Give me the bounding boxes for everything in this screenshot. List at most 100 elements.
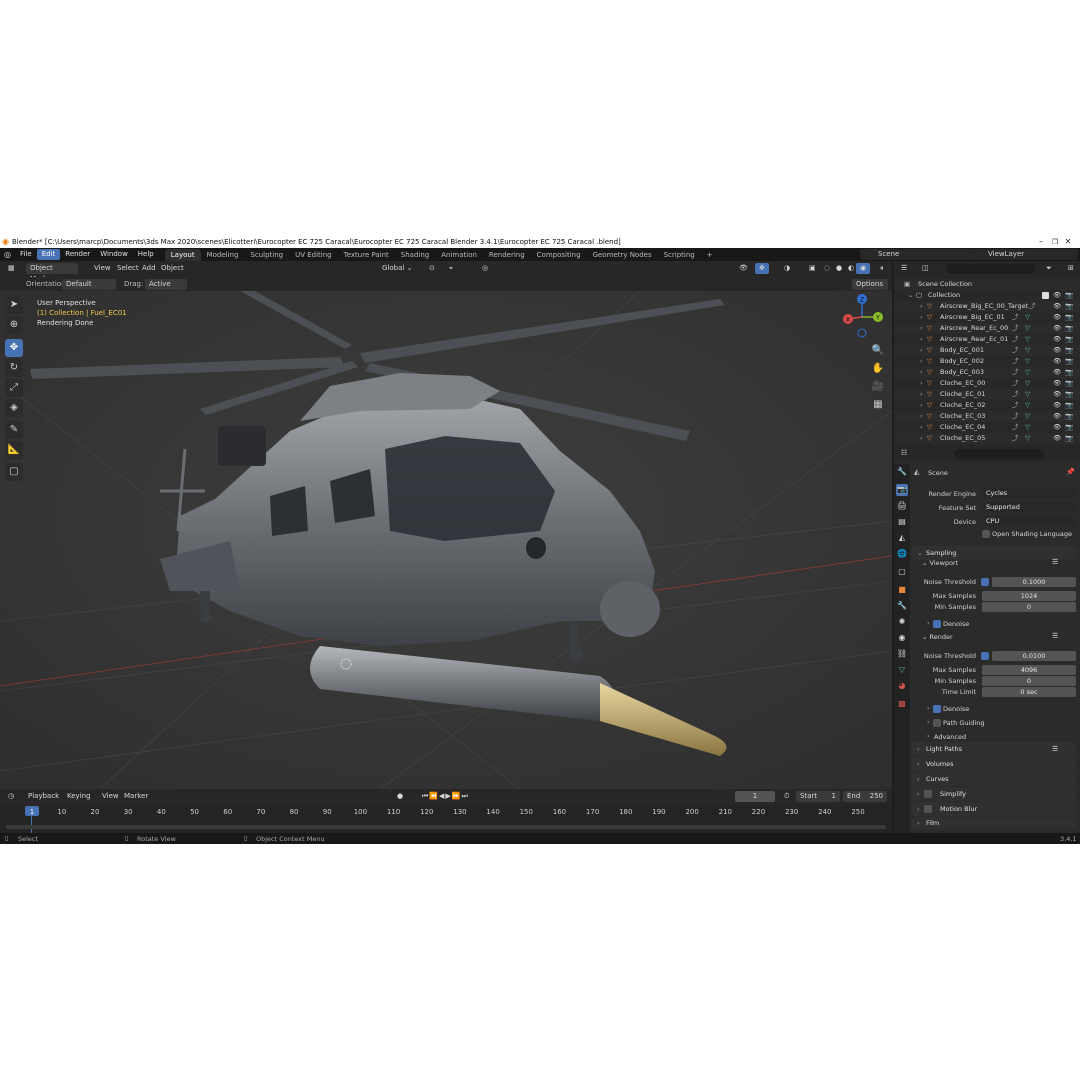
eye-icon[interactable]: 👁 [1053,323,1061,334]
eye-icon[interactable]: 👁 [1053,301,1061,312]
render-engine-select[interactable]: Cycles [982,488,1076,498]
menu-window[interactable]: Window [95,249,133,260]
workspace-tab-shading[interactable]: Shading [395,249,435,261]
viewport-menu-object[interactable]: Object [157,263,188,274]
zoom-icon[interactable]: 🔍 [870,343,886,359]
material-tab-icon[interactable]: ◕ [896,680,908,692]
constraints-tab-icon[interactable]: ⛓ [896,648,908,660]
filter-icon[interactable]: ⏷ [1042,263,1056,274]
menu-file[interactable]: File [15,249,37,260]
r-noise-threshold-field[interactable]: 0.0100 [992,651,1076,661]
outliner-object-row[interactable]: › ▽ Body_EC_003 ⤴ ▽ 👁 📷 [894,367,1080,378]
view-layer-tab-icon[interactable]: ▤ [896,516,908,528]
expand-icon[interactable]: › [920,345,923,356]
timeline-editor-icon[interactable]: ◷ [4,791,18,802]
advanced-expand-icon[interactable]: › [927,732,930,740]
outliner-object-row[interactable]: › ▽ Cloche_EC_00 ⤴ ▽ 👁 📷 [894,378,1080,389]
camera-icon[interactable]: 📷 [1065,433,1073,444]
playback-controls[interactable]: ⏮⏪◀▶⏩⏭ [418,791,473,802]
collection-tab-icon[interactable]: ▢ [896,566,908,578]
annotate-tool-icon[interactable]: ✎ [5,421,23,439]
output-tab-icon[interactable]: 🖨 [896,500,908,512]
scene-collection-row[interactable]: ▣ Scene Collection [894,279,1080,290]
vp-denoise-checkbox[interactable] [933,620,941,628]
r-noise-threshold-checkbox[interactable] [981,652,989,660]
eye-icon[interactable]: 👁 [1053,290,1061,301]
workspace-tab-animation[interactable]: Animation [435,249,483,261]
eye-icon[interactable]: 👁 [1053,356,1061,367]
timeline-menu-view[interactable]: View [98,791,123,802]
navigation-gizmo[interactable]: Z Y X [838,293,886,341]
data-tab-icon[interactable]: ▽ [896,664,908,676]
expand-icon[interactable]: › [920,411,923,422]
timeline-menu-keying[interactable]: Keying [63,791,95,802]
viewport-subsection[interactable]: ⌄ Viewport [922,559,958,567]
camera-view-icon[interactable]: 🎥 [870,379,886,395]
options-dropdown[interactable]: Options [852,279,888,290]
snap-icon[interactable]: ⌖ [445,263,457,274]
orientation-selector[interactable]: Default [62,279,116,290]
expand-icon[interactable]: › [920,334,923,345]
eye-icon[interactable]: 👁 [1053,400,1061,411]
modifier-tab-icon[interactable]: 🔧 [896,600,908,612]
viewlayer-selector[interactable]: ViewLayer [970,249,1078,260]
collapse-icon[interactable]: ⌄ [908,290,913,301]
workspace-tab-layout[interactable]: Layout [164,248,201,261]
proportional-edit-icon[interactable]: ◎ [478,263,492,274]
workspace-tab-modeling[interactable]: Modeling [201,249,245,261]
motion-blur-section[interactable]: Motion Blur [912,802,1076,816]
world-tab-icon[interactable]: 🌐 [896,548,908,560]
device-select[interactable]: CPU [982,516,1076,526]
eye-icon[interactable]: 👁 [1053,334,1061,345]
expand-icon[interactable]: › [920,400,923,411]
tool-tab-icon[interactable]: 🔧 [896,466,908,478]
texture-tab-icon[interactable]: ▩ [896,698,908,710]
camera-icon[interactable]: 📷 [1065,389,1073,400]
eye-icon[interactable]: 👁 [1053,367,1061,378]
expand-icon[interactable]: › [920,301,923,312]
scale-tool-icon[interactable]: ⤢ [5,379,23,397]
eye-icon[interactable]: 👁 [1053,411,1061,422]
outliner-object-row[interactable]: › ▽ Airscrew_Big_EC_00_Target ⤴ 👁 📷 [894,301,1080,312]
select-tool-icon[interactable]: ➤ [5,296,23,314]
rotate-tool-icon[interactable]: ↻ [5,359,23,377]
expand-icon[interactable]: › [920,378,923,389]
record-icon[interactable]: ● [393,791,407,802]
transform-orientation-selector[interactable]: Global ⌄ [378,263,416,274]
add-workspace-button[interactable]: + [701,249,719,261]
expand-icon[interactable]: › [920,433,923,444]
new-collection-icon[interactable]: ⊞ [1064,263,1078,274]
r-denoise-expand-icon[interactable]: › [927,704,930,712]
r-min-samples-field[interactable]: 0 [982,676,1076,686]
expand-icon[interactable]: › [920,422,923,433]
properties-editor-icon[interactable]: ☷ [897,448,911,459]
eye-icon[interactable]: 👁 [1053,345,1061,356]
collection-checkbox[interactable] [1042,292,1049,299]
outliner-object-row[interactable]: › ▽ Cloche_EC_01 ⤴ ▽ 👁 📷 [894,389,1080,400]
menu-help[interactable]: Help [133,249,159,260]
eye-icon[interactable]: 👁 [1053,378,1061,389]
feature-set-select[interactable]: Supported [982,502,1076,512]
end-frame-field[interactable]: End 250 [843,791,887,802]
3d-viewport[interactable]: User Perspective (1) Collection | Fuel_E… [0,291,892,789]
outliner-editor-icon[interactable]: ☰ [897,263,911,274]
vp-max-samples-field[interactable]: 1024 [982,591,1076,601]
viewport-presets-icon[interactable]: ☰ [1052,558,1058,566]
pan-hand-icon[interactable]: ✋ [870,361,886,377]
camera-icon[interactable]: 📷 [1065,323,1073,334]
cursor-tool-icon[interactable]: ⊕ [5,316,23,334]
camera-icon[interactable]: 📷 [1065,312,1073,323]
r-max-samples-field[interactable]: 4096 [982,665,1076,675]
mode-selector[interactable]: Object Mode [26,263,78,283]
workspace-tab-sculpting[interactable]: Sculpting [244,249,289,261]
timeline-scrollbar[interactable] [6,825,886,829]
timeline-menu-playback[interactable]: Playback [24,791,63,802]
move-tool-icon[interactable]: ✥ [5,339,23,357]
eye-icon[interactable]: 👁 [1053,433,1061,444]
outliner-object-row[interactable]: › ▽ Cloche_EC_03 ⤴ ▽ 👁 📷 [894,411,1080,422]
camera-icon[interactable]: 📷 [1065,334,1073,345]
viewport-menu-view[interactable]: View [90,263,115,274]
workspace-tab-geometry-nodes[interactable]: Geometry Nodes [587,249,658,261]
outliner-object-row[interactable]: › ▽ Body_EC_001 ⤴ ▽ 👁 📷 [894,345,1080,356]
xray-icon[interactable]: ▣ [805,263,820,274]
